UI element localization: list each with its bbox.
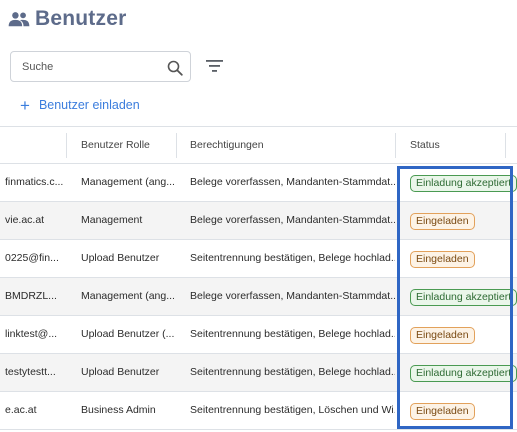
user-role: Business Admin <box>81 404 156 416</box>
user-role: Upload Benutzer <box>81 252 160 264</box>
user-permissions: Belege vorerfassen, Mandanten-Stammdat..… <box>190 176 395 188</box>
user-role: Management <box>81 214 143 226</box>
user-permissions: Seitentrennung bestätigen, Belege hochla… <box>190 252 395 264</box>
page-header: Benutzer <box>8 6 126 32</box>
status-badge: Eingeladen <box>410 213 475 230</box>
user-permissions: Seitentrennung bestätigen, Löschen und W… <box>190 404 395 416</box>
status-badge: Eingeladen <box>410 403 475 420</box>
status-badge: Eingeladen <box>410 251 475 268</box>
table-row[interactable]: finmatics.c... Management (ang... Belege… <box>0 164 517 202</box>
column-divider <box>505 133 506 158</box>
status-badge: Einladung akzeptiert <box>410 365 517 382</box>
user-permissions: Seitentrennung bestätigen, Belege hochla… <box>190 366 395 378</box>
user-role: Management (ang... <box>81 176 175 188</box>
status-badge: Einladung akzeptiert <box>410 289 517 306</box>
column-divider <box>395 133 396 158</box>
user-email: vie.ac.at <box>5 214 45 226</box>
user-email: finmatics.c... <box>5 176 64 188</box>
column-divider <box>176 133 177 158</box>
invite-user-label: Benutzer einladen <box>38 98 140 112</box>
filter-icon[interactable] <box>206 58 223 74</box>
invite-user-button[interactable]: + Benutzer einladen <box>20 95 140 115</box>
status-badge: Eingeladen <box>410 327 475 344</box>
user-email: e.ac.at <box>5 404 37 416</box>
users-table: Benutzer Rolle Berechtigungen Status fin… <box>0 126 517 430</box>
user-role: Management (ang... <box>81 290 175 302</box>
table-row[interactable]: e.ac.at Business Admin Seitentrennung be… <box>0 392 517 430</box>
column-header-status[interactable]: Status <box>410 127 440 164</box>
column-header-role[interactable]: Benutzer Rolle <box>81 127 150 164</box>
user-email: linktest@... <box>5 328 58 340</box>
user-permissions: Belege vorerfassen, Mandanten-Stammdat..… <box>190 290 395 302</box>
table-row[interactable]: BMDRZL... Management (ang... Belege vore… <box>0 278 517 316</box>
table-row[interactable]: testytestt... Upload Benutzer Seitentren… <box>0 354 517 392</box>
search-field[interactable] <box>10 51 191 82</box>
search-icon[interactable] <box>167 60 183 76</box>
status-badge: Einladung akzeptiert <box>410 175 517 192</box>
user-role: Upload Benutzer <box>81 366 160 378</box>
column-header-permissions[interactable]: Berechtigungen <box>190 127 264 164</box>
search-input[interactable] <box>22 59 162 75</box>
page-title: Benutzer <box>35 7 127 30</box>
user-permissions: Seitentrennung bestätigen, Belege hochla… <box>190 328 395 340</box>
user-permissions: Belege vorerfassen, Mandanten-Stammdat..… <box>190 214 395 226</box>
plus-icon: + <box>20 95 30 115</box>
user-email: testytestt... <box>5 366 56 378</box>
user-email: BMDRZL... <box>5 290 57 302</box>
table-row[interactable]: vie.ac.at Management Belege vorerfassen,… <box>0 202 517 240</box>
user-role: Upload Benutzer (... <box>81 328 175 340</box>
table-row[interactable]: 0225@fin... Upload Benutzer Seitentrennu… <box>0 240 517 278</box>
column-divider <box>66 133 67 158</box>
users-icon <box>8 10 30 28</box>
table-row[interactable]: linktest@... Upload Benutzer (... Seiten… <box>0 316 517 354</box>
user-email: 0225@fin... <box>5 252 59 264</box>
table-header: Benutzer Rolle Berechtigungen Status <box>0 126 517 164</box>
